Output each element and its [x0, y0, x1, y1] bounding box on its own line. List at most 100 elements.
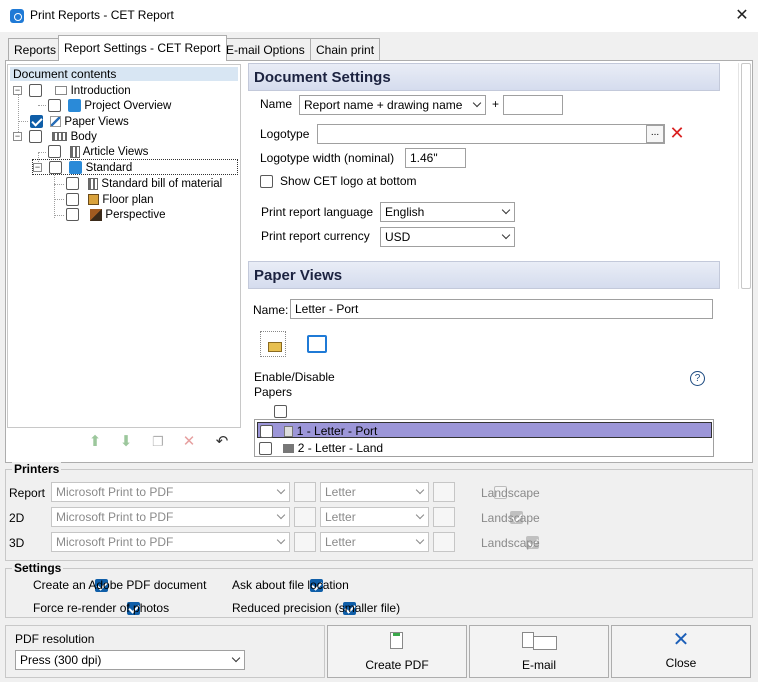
name-suffix-input[interactable]	[503, 95, 563, 115]
paper-value: Letter	[325, 510, 356, 524]
close-button[interactable]: ✕ Close	[611, 625, 751, 678]
open-paper-icon[interactable]	[260, 331, 286, 357]
tree-node-project-overview[interactable]: Project Overview	[48, 98, 171, 114]
create-pdf-button[interactable]: Create PDF	[327, 625, 467, 678]
printer-value: Microsoft Print to PDF	[56, 485, 174, 499]
title-bar: Print Reports - CET Report ✕	[0, 0, 758, 32]
rerender-photos-label: Force re-render of photos	[33, 601, 170, 615]
report-printer-select[interactable]: Microsoft Print to PDF	[51, 482, 290, 502]
paper-views-checkbox[interactable]	[30, 115, 43, 129]
paper-row-label: 2 - Letter - Land	[297, 441, 384, 455]
show-cet-logo-label: Show CET logo at bottom	[280, 174, 417, 188]
close-icon: ✕	[672, 629, 690, 651]
tab-reports[interactable]: Reports	[8, 38, 63, 60]
paper-list[interactable]: 1 - Letter - Port 2 - Letter - Land	[254, 419, 714, 457]
printer-properties-button[interactable]	[294, 507, 316, 527]
window-close-button[interactable]: ✕	[731, 5, 753, 27]
settings-scrollbar[interactable]	[738, 63, 752, 289]
floor-plan-checkbox[interactable]	[66, 193, 79, 207]
tree-node-label: Standard bill of material	[101, 178, 223, 190]
tree-node-standard[interactable]: − Standard	[32, 159, 238, 175]
tab-chain-print[interactable]: Chain print	[310, 38, 381, 60]
pdf-resolution-select[interactable]: Press (300 dpi)	[15, 650, 245, 670]
move-up-icon[interactable]: ⬆	[87, 434, 103, 450]
box-icon	[90, 208, 103, 221]
tree-node-paper-views[interactable]: Paper Views	[30, 114, 129, 130]
tree-node-label: Paper Views	[64, 116, 129, 128]
3d-paper-select[interactable]: Letter	[320, 532, 429, 552]
tree-node-floor-plan[interactable]: Floor plan	[66, 192, 154, 208]
reduced-precision-label: Reduced precision (smaller file)	[232, 601, 401, 615]
tree-node-label: Perspective	[105, 209, 166, 221]
tree-toolbar: ⬆ ⬇ ❐ ✕ ↶	[7, 430, 241, 456]
collapse-icon[interactable]: −	[33, 163, 42, 173]
app-icon	[10, 9, 24, 23]
settings-group-title: Settings	[12, 561, 64, 575]
refresh-paper-icon[interactable]	[303, 331, 331, 357]
introduction-checkbox[interactable]	[29, 84, 43, 98]
move-down-icon[interactable]: ⬇	[118, 434, 134, 450]
tab-report-settings[interactable]: Report Settings - CET Report	[58, 35, 227, 61]
name-format-value: Report name + drawing name	[304, 98, 463, 112]
article-views-checkbox[interactable]	[48, 145, 61, 159]
perspective-checkbox[interactable]	[66, 208, 79, 222]
collapse-icon[interactable]: −	[13, 132, 22, 142]
standard-checkbox[interactable]	[49, 161, 63, 175]
tree-line	[38, 105, 46, 106]
2d-paper-select[interactable]: Letter	[320, 507, 429, 527]
envelope-icon	[533, 636, 557, 650]
bill-of-material-checkbox[interactable]	[66, 177, 79, 191]
currency-select[interactable]: USD	[380, 227, 515, 247]
page-setup-button[interactable]	[433, 507, 455, 527]
tree-line	[54, 173, 55, 218]
tree-node-perspective[interactable]: Perspective	[66, 207, 166, 223]
paper-row-checkbox[interactable]	[260, 425, 273, 439]
language-value: English	[385, 205, 425, 219]
paper-row-checkbox[interactable]	[259, 442, 272, 456]
body-checkbox[interactable]	[29, 130, 43, 144]
delete-icon[interactable]: ✕	[181, 434, 197, 450]
page-setup-button[interactable]	[433, 482, 455, 502]
tree-node-article-views[interactable]: Article Views	[48, 144, 148, 160]
undo-icon[interactable]: ↶	[214, 434, 230, 450]
printers-group-title: Printers	[12, 462, 62, 476]
page-setup-button[interactable]	[433, 532, 455, 552]
tree-node-introduction[interactable]: − Introduction	[13, 83, 131, 99]
tree-node-bill-of-material[interactable]: Standard bill of material	[66, 176, 222, 192]
2d-printer-select[interactable]: Microsoft Print to PDF	[51, 507, 290, 527]
email-button[interactable]: E-mail	[469, 625, 609, 678]
tree-node-body[interactable]: − Body	[13, 129, 97, 145]
collapse-icon[interactable]: −	[13, 86, 22, 96]
copy-icon[interactable]: ❐	[150, 434, 166, 450]
name-format-select[interactable]: Report name + drawing name	[299, 95, 486, 115]
printer-properties-button[interactable]	[294, 532, 316, 552]
paper-row[interactable]: 1 - Letter - Port	[257, 422, 712, 439]
document-contents-tree[interactable]: Document contents − Introduction Project…	[7, 64, 241, 428]
paper-name-input[interactable]: Letter - Port	[290, 299, 713, 319]
enable-all-papers-checkbox[interactable]	[274, 405, 288, 419]
logotype-browse-button[interactable]: ...	[646, 125, 664, 143]
printer-properties-button[interactable]	[294, 482, 316, 502]
report-paper-select[interactable]: Letter	[320, 482, 429, 502]
clear-logotype-icon[interactable]: ✕	[668, 124, 686, 142]
portrait-paper-icon	[284, 426, 294, 438]
landscape-label: Landscape	[481, 536, 540, 550]
printer-row-label: 2D	[9, 511, 25, 525]
show-cet-logo-checkbox[interactable]	[260, 175, 273, 189]
logotype-width-input[interactable]: 1.46"	[405, 148, 466, 168]
help-icon[interactable]: ?	[690, 371, 705, 386]
scrollbar-thumb[interactable]	[741, 63, 751, 289]
tab-email-options[interactable]: E-mail Options	[220, 38, 311, 60]
paper-name-label: Name:	[253, 303, 289, 317]
project-overview-checkbox[interactable]	[48, 99, 61, 113]
logotype-input[interactable]	[317, 124, 665, 144]
paper-row[interactable]: 2 - Letter - Land	[257, 440, 712, 456]
window-title: Print Reports - CET Report	[30, 8, 174, 22]
language-select[interactable]: English	[380, 202, 515, 222]
printer-value: Microsoft Print to PDF	[56, 535, 174, 549]
refresh-frame-icon	[307, 335, 327, 353]
pdf-document-icon	[390, 632, 403, 649]
document-icon	[55, 86, 68, 96]
3d-printer-select[interactable]: Microsoft Print to PDF	[51, 532, 290, 552]
document-settings-header: Document Settings	[248, 63, 720, 91]
